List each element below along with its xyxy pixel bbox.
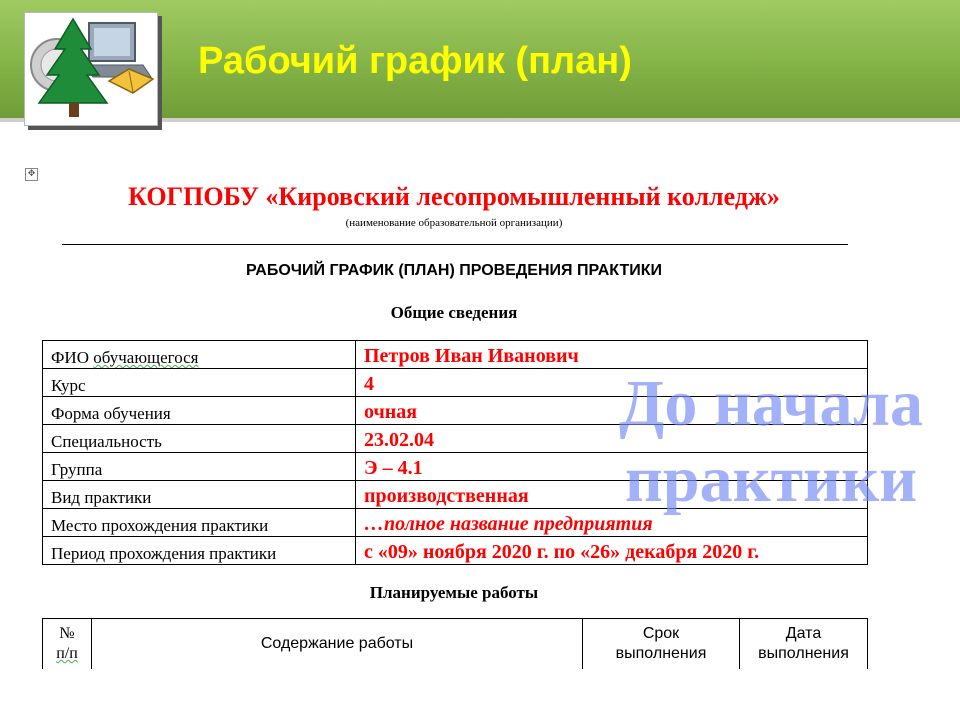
overlay-caption-line2: практики	[624, 443, 918, 516]
underline-rule	[62, 244, 848, 245]
info-value-student-name: Петров Иван Иванович	[355, 340, 868, 369]
info-label: Вид практики	[42, 480, 356, 509]
table-move-handle-icon[interactable]: ✥	[25, 168, 38, 181]
planned-works-table: № п/п Содержание работы Срок выполнения Да…	[42, 618, 868, 669]
info-label: Место прохождения практики	[42, 508, 356, 537]
column-header-number: № п/п	[42, 618, 92, 669]
info-label: Период прохождения практики	[42, 536, 356, 565]
info-label: Форма обучения	[42, 396, 356, 425]
column-header-term-line2: выполнения	[615, 645, 707, 662]
info-label: Группа	[42, 452, 356, 481]
college-logo-icon	[24, 12, 158, 126]
organization-name: КОГПОБУ «Кировский лесопромышленный колл…	[128, 182, 780, 211]
column-header-term-line1: Срок	[642, 625, 680, 642]
column-header-term: Срок выполнения	[582, 618, 740, 669]
planned-works-heading: Планируемые работы	[369, 583, 539, 602]
table-header-row: № п/п Содержание работы Срок выполнения Да…	[42, 618, 868, 669]
column-header-content: Содержание работы	[91, 618, 583, 669]
slide-title: Рабочий график (план)	[198, 40, 632, 82]
info-label: Специальность	[42, 424, 356, 453]
info-label: Курс	[42, 368, 356, 397]
overlay-caption-line1: До начала	[618, 367, 924, 440]
info-label-spellcheck-text: обучающегося	[93, 348, 199, 367]
column-header-date-line1: Дата	[785, 625, 822, 642]
column-header-number-line2: п/п	[56, 645, 78, 662]
general-info-heading: Общие сведения	[390, 303, 518, 322]
info-label: ФИО обучающегося	[42, 340, 356, 369]
document-title: РАБОЧИЙ ГРАФИК (ПЛАН) ПРОВЕДЕНИЯ ПРАКТИК…	[246, 262, 662, 279]
organization-note: (наименование образовательной организаци…	[345, 217, 563, 229]
column-header-date-line2: выполнения	[758, 645, 849, 662]
overlay-caption: До начала практики	[582, 366, 960, 518]
table-row: Период прохождения практики с «09» ноябр…	[42, 536, 868, 565]
table-row: ФИО обучающегося Петров Иван Иванович	[42, 340, 868, 369]
info-label-text: ФИО	[51, 348, 94, 367]
column-header-date: Дата выполнения	[739, 618, 868, 669]
info-value-practice-period: с «09» ноября 2020 г. по «26» декабря 20…	[355, 536, 868, 565]
column-header-number-line1: №	[59, 625, 75, 642]
